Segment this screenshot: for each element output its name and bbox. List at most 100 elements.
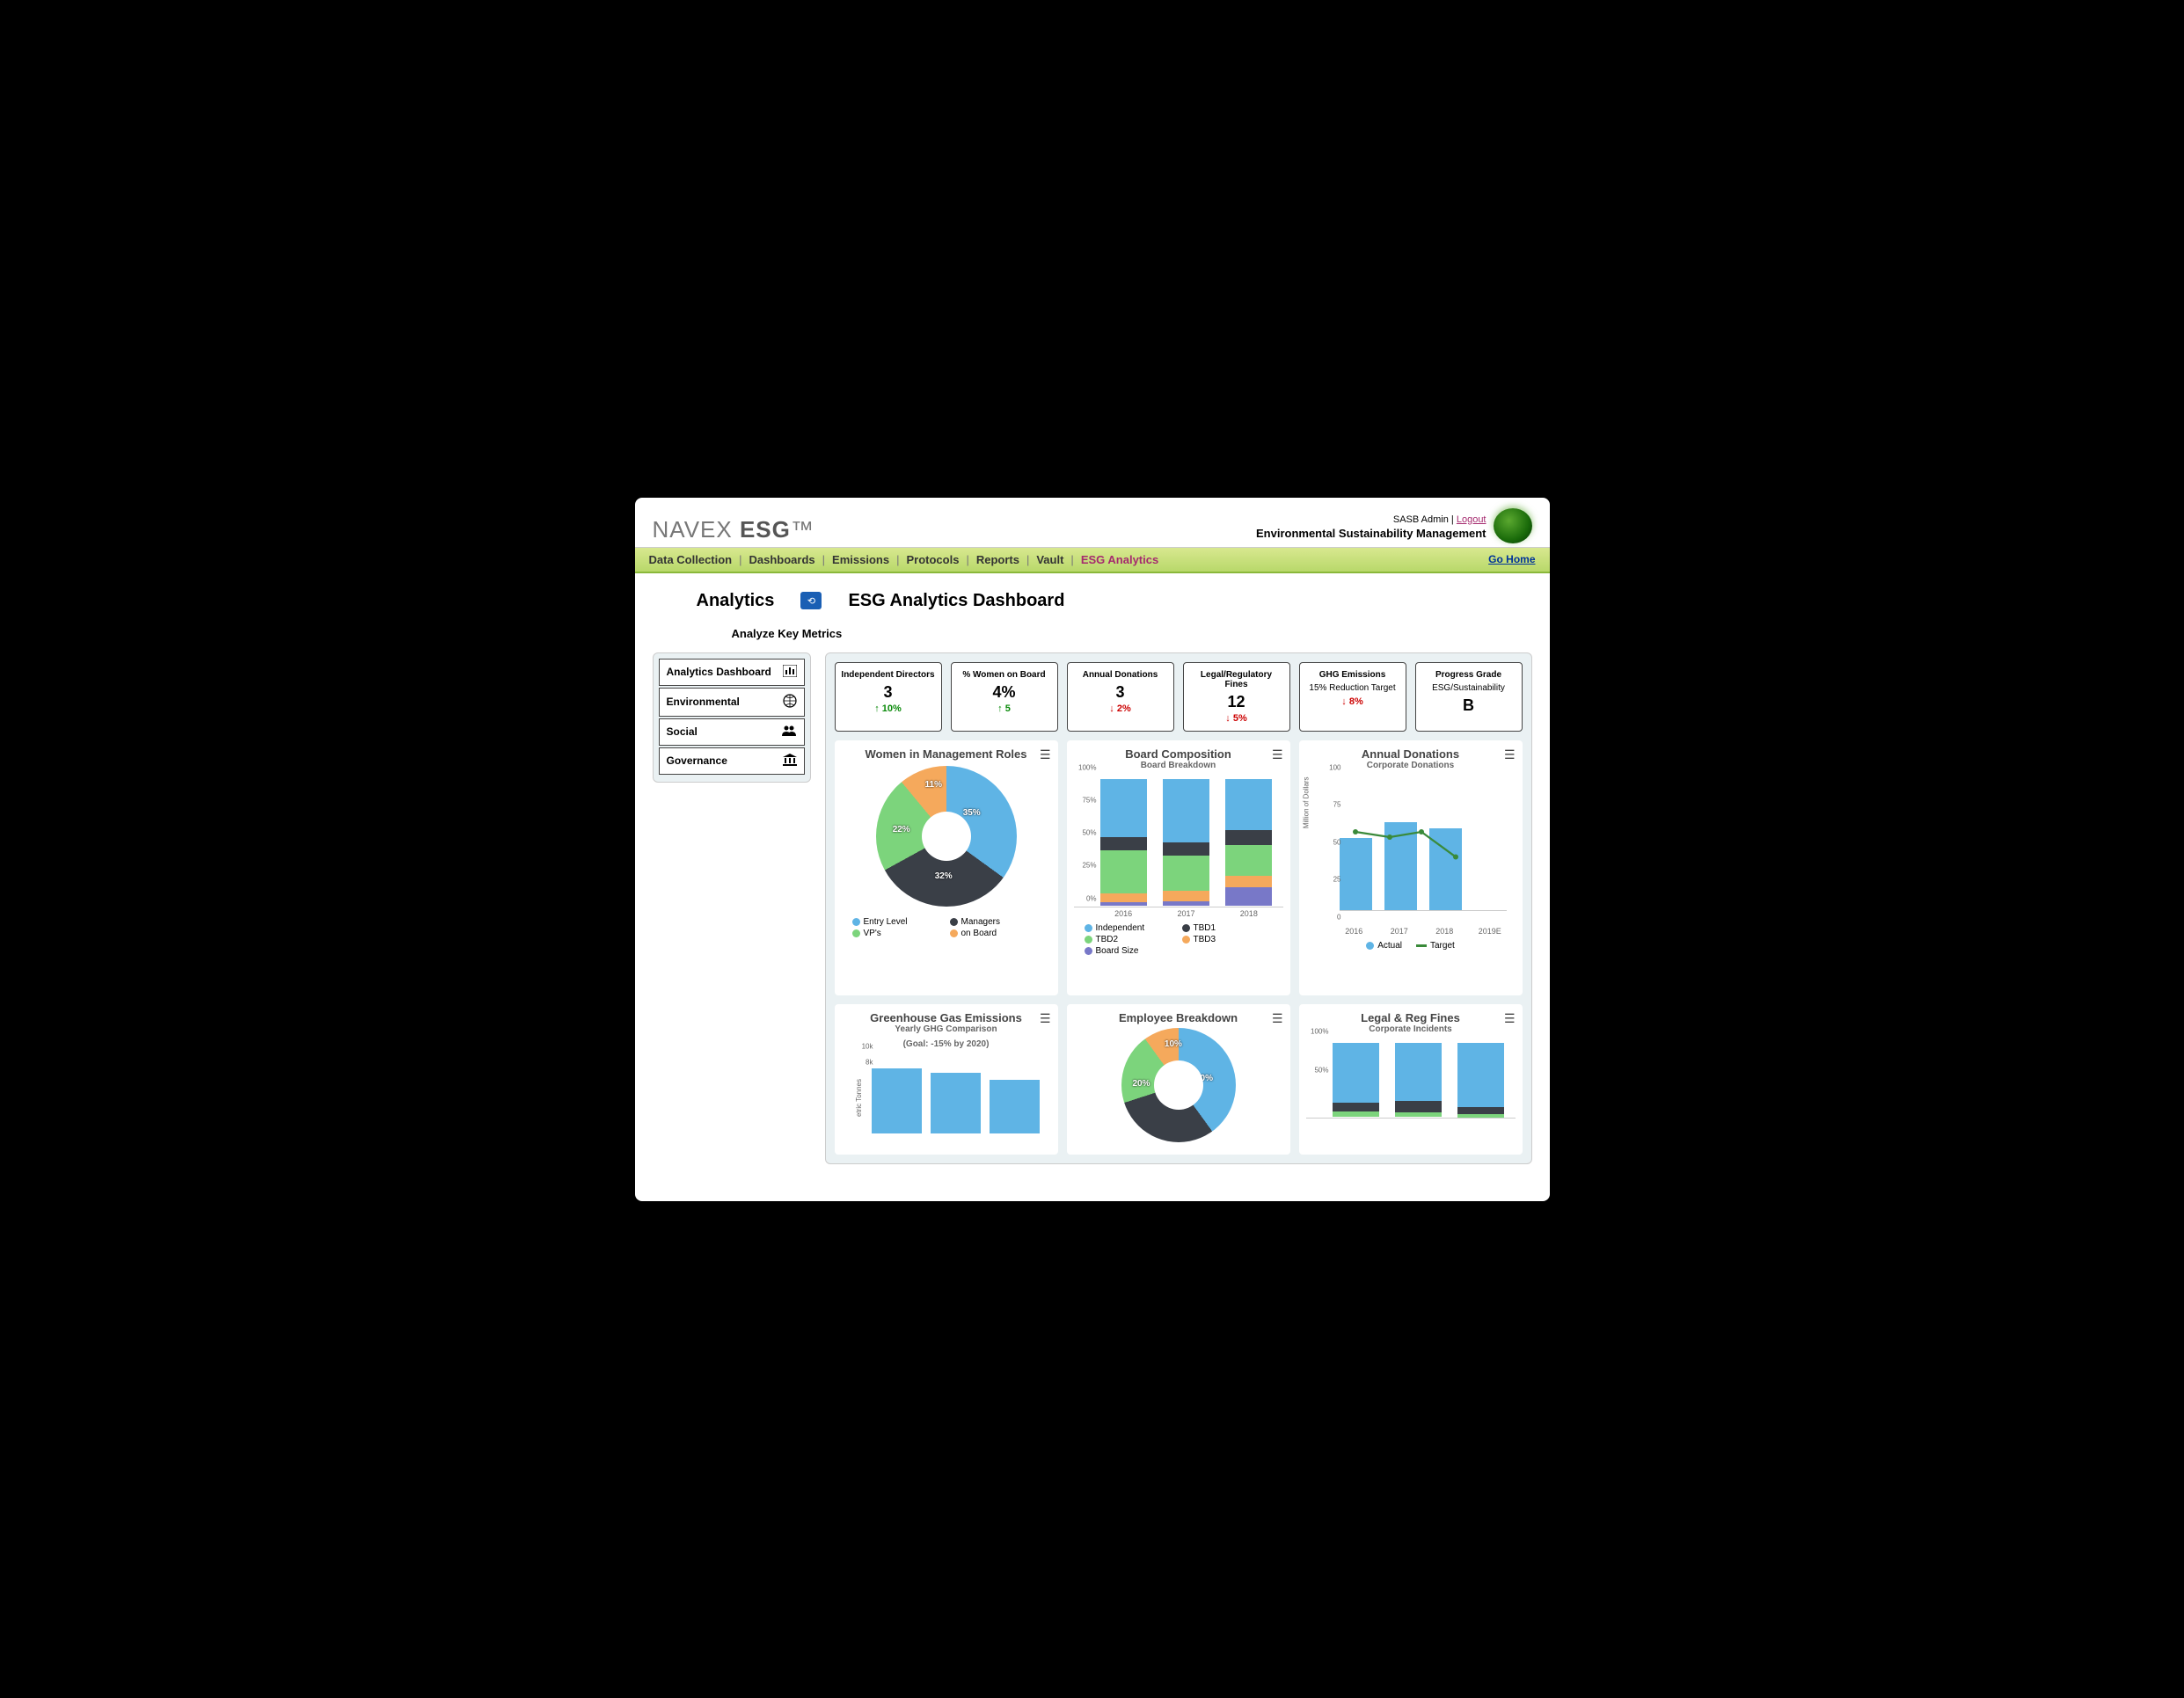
chart-title: Board Composition	[1074, 747, 1283, 761]
section-title: Analytics	[697, 591, 775, 611]
logout-link[interactable]: Logout	[1457, 514, 1486, 525]
legend-item: Entry Level	[852, 917, 943, 927]
kpi-label: Independent Directors	[841, 670, 936, 680]
logo-text-2: ESG	[740, 516, 791, 543]
kpi-delta: 8%	[1305, 696, 1400, 707]
bar-col	[1100, 779, 1147, 907]
chart-title: Greenhouse Gas Emissions	[842, 1011, 1051, 1024]
nav-protocols[interactable]: Protocols	[906, 553, 959, 566]
kpi-value: B	[1421, 696, 1516, 715]
nav-esg-analytics[interactable]: ESG Analytics	[1081, 553, 1158, 566]
nav-data-collection[interactable]: Data Collection	[649, 553, 733, 566]
kpi-value: 4%	[957, 683, 1052, 702]
kpi-label: % Women on Board	[957, 670, 1052, 680]
kpi-delta: 2%	[1073, 703, 1168, 714]
slice-label: 32%	[935, 871, 953, 881]
chart-menu-icon[interactable]: ☰	[1272, 1011, 1283, 1026]
nav-vault[interactable]: Vault	[1036, 553, 1063, 566]
chart-menu-icon[interactable]: ☰	[1504, 747, 1516, 762]
slice-label: 10%	[1165, 1039, 1182, 1049]
legend-item: Managers	[950, 917, 1041, 927]
swatch-icon	[1085, 947, 1092, 955]
chart-title: Women in Management Roles	[842, 747, 1051, 761]
slice-label: 20%	[1133, 1079, 1150, 1089]
chart-menu-icon[interactable]: ☰	[1504, 1011, 1516, 1026]
kpi-row: Independent Directors 3 10% % Women on B…	[835, 662, 1523, 732]
y-axis: 0 25 50 75 100	[1318, 776, 1343, 925]
bar-col	[1395, 1043, 1442, 1118]
user-label: SASB Admin	[1393, 514, 1449, 525]
kpi-legal-fines: Legal/Regulatory Fines 12 5%	[1183, 662, 1290, 732]
logo-tm: ™	[791, 516, 814, 543]
y-axis-label: Million of Dollars	[1302, 776, 1310, 828]
bar	[931, 1073, 981, 1133]
nav-dashboards[interactable]: Dashboards	[749, 553, 815, 566]
legend-item: TBD1	[1182, 923, 1273, 933]
donut-chart: 35% 32% 22% 11%	[876, 766, 1017, 907]
kpi-women-board: % Women on Board 4% 5	[951, 662, 1058, 732]
swatch-icon	[1366, 942, 1374, 950]
sidebar-item-governance[interactable]: Governance	[659, 747, 805, 775]
kpi-label: Progress Grade	[1421, 670, 1516, 680]
sidebar-item-analytics-dashboard[interactable]: Analytics Dashboard	[659, 659, 805, 686]
bar	[990, 1080, 1040, 1133]
chart-subtitle: Corporate Incidents	[1306, 1024, 1516, 1034]
x-axis: 2016 2017 2018 2019E	[1306, 925, 1516, 936]
kpi-label: Legal/Regulatory Fines	[1189, 670, 1284, 689]
chart-legend: Independent TBD1 TBD2 TBD3 Board Size	[1074, 918, 1283, 961]
logo: NAVEX ESG™	[653, 516, 814, 543]
chart-legal-reg-fines: ☰ Legal & Reg Fines Corporate Incidents …	[1299, 1004, 1523, 1155]
chart-board-composition: ☰ Board Composition Board Breakdown 0% 2…	[1067, 740, 1290, 995]
bar	[872, 1068, 922, 1133]
kpi-progress-grade: Progress Grade ESG/Sustainability B	[1415, 662, 1523, 732]
sidebar-item-environmental[interactable]: Environmental	[659, 688, 805, 717]
chart-ghg-emissions: ☰ Greenhouse Gas Emissions Yearly GHG Co…	[835, 1004, 1058, 1155]
tablet-frame: NAVEX ESG™ SASB Admin | Logout Environme…	[609, 471, 1576, 1228]
bar	[1340, 838, 1372, 910]
user-line: SASB Admin | Logout	[1256, 514, 1486, 525]
globe-icon	[1494, 508, 1532, 543]
bar-col	[1333, 1043, 1379, 1118]
nav-items: Data Collection| Dashboards| Emissions| …	[649, 553, 1159, 566]
globe-outline-icon	[783, 694, 797, 711]
chart-menu-icon[interactable]: ☰	[1040, 747, 1051, 762]
refresh-button[interactable]: ⟲	[800, 592, 822, 609]
chart-women-in-management: ☰ Women in Management Roles 35% 32% 22% …	[835, 740, 1058, 995]
nav-bar: Data Collection| Dashboards| Emissions| …	[635, 547, 1550, 573]
nav-reports[interactable]: Reports	[976, 553, 1019, 566]
kpi-label: Annual Donations	[1073, 670, 1168, 680]
stacked-bars: 0% 25% 50% 75% 100%	[1074, 776, 1283, 907]
kpi-value: 3	[841, 683, 936, 702]
kpi-delta: 5	[957, 703, 1052, 714]
bar	[1384, 822, 1417, 910]
legend-item: on Board	[950, 929, 1041, 938]
swatch-icon	[1182, 936, 1190, 944]
kpi-value: 3	[1073, 683, 1168, 702]
sidebar-item-social[interactable]: Social	[659, 718, 805, 746]
sidebar-item-label: Analytics Dashboard	[667, 666, 771, 678]
legend-item: VP's	[852, 929, 943, 938]
institution-icon	[783, 754, 797, 769]
chart-menu-icon[interactable]: ☰	[1040, 1011, 1051, 1026]
chart-title: Annual Donations	[1306, 747, 1516, 761]
swatch-icon	[1085, 936, 1092, 944]
slice-label: 22%	[893, 825, 910, 834]
main-panel: Independent Directors 3 10% % Women on B…	[825, 652, 1532, 1164]
y-axis: 8k 10k	[851, 1054, 875, 1133]
go-home-link[interactable]: Go Home	[1488, 553, 1535, 565]
nav-emissions[interactable]: Emissions	[832, 553, 889, 566]
chart-menu-icon[interactable]: ☰	[1272, 747, 1283, 762]
page-subtitle: Analyze Key Metrics	[635, 620, 1550, 652]
header-subtitle: Environmental Sustainability Management	[1256, 527, 1486, 540]
kpi-annual-donations: Annual Donations 3 2%	[1067, 662, 1174, 732]
donut-chart: 40% 20% 10%	[1121, 1028, 1236, 1142]
legend-item: Target	[1416, 941, 1455, 951]
sidebar-item-label: Governance	[667, 754, 727, 767]
y-axis: 50% 100%	[1306, 1039, 1331, 1118]
swatch-icon	[950, 929, 958, 937]
swatch-icon	[852, 918, 860, 926]
stacked-bars: 50% 100%	[1306, 1039, 1516, 1119]
chart-legend: Actual Target	[1306, 936, 1516, 956]
chart-annual-donations: ☰ Annual Donations Corporate Donations M…	[1299, 740, 1523, 995]
bar-col	[1457, 1043, 1504, 1118]
